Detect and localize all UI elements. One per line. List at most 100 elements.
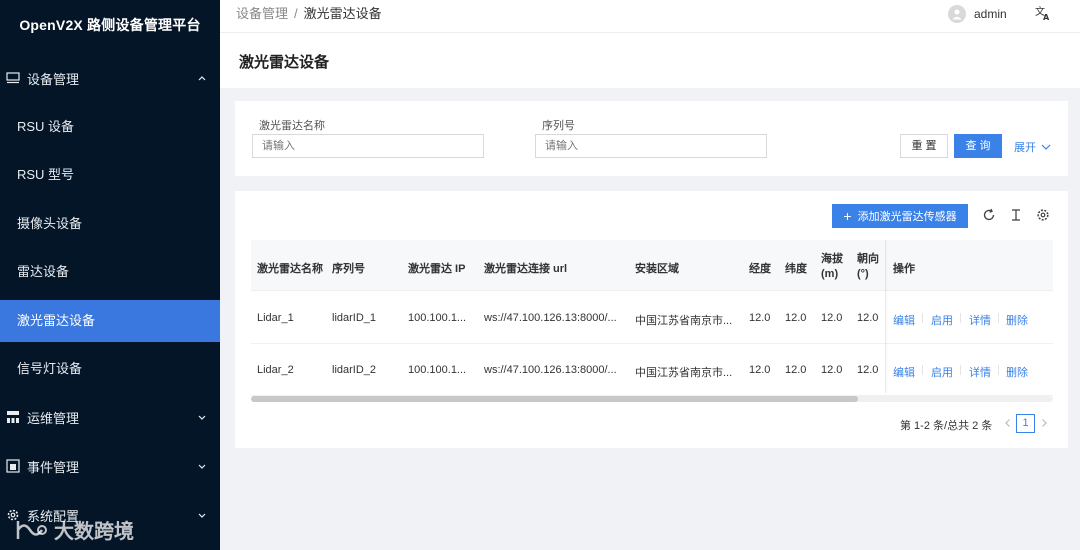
user-menu[interactable]: admin (948, 4, 1007, 24)
page-title: 激光雷达设备 (239, 54, 330, 71)
detail-link[interactable]: 详情 (969, 312, 991, 328)
cell-latitude: 12.0 (785, 364, 807, 376)
column-header: 序列号 (332, 263, 365, 275)
watermark: 大数跨境 (10, 515, 134, 544)
menu-group-events[interactable]: 事件管理 (0, 442, 220, 490)
lidar-table-card: + 添加激光雷达传感器 激光雷达名称 序列号 激光雷达 IP 激光雷达连接 ur… (235, 191, 1068, 448)
chevron-down-icon (1041, 144, 1051, 150)
lidar-name-label: 激光雷达名称 (259, 120, 325, 132)
add-lidar-button[interactable]: + 添加激光雷达传感器 (832, 204, 968, 228)
refresh-icon[interactable] (982, 208, 996, 222)
chevron-up-icon (198, 76, 206, 81)
cell-heading: 12.0 (857, 312, 879, 324)
action-divider (960, 365, 961, 375)
horizontal-scrollbar[interactable] (251, 396, 1053, 402)
sidebar-item-camera-device[interactable]: 摄像头设备 (0, 203, 220, 245)
column-header: 激光雷达名称 (257, 263, 323, 275)
chevron-down-icon (198, 464, 206, 469)
cell-altitude: 12.0 (821, 312, 843, 324)
sidebar-item-lidar-device[interactable]: 激光雷达设备 (0, 300, 220, 342)
cell-longitude: 12.0 (749, 364, 771, 376)
cell-ip: 100.100.1... (408, 364, 467, 376)
chevron-right-icon[interactable] (1039, 418, 1049, 428)
cell-serial: lidarID_1 (332, 312, 377, 324)
enable-link[interactable]: 启用 (931, 312, 953, 328)
column-header: 纬度 (785, 263, 807, 275)
translate-icon[interactable]: 文 A (1035, 5, 1051, 21)
lidar-name-input[interactable] (252, 134, 484, 158)
sidebar-item-signal-light-device[interactable]: 信号灯设备 (0, 348, 220, 390)
username: admin (974, 7, 1007, 21)
settings-icon[interactable] (1036, 208, 1050, 222)
delete-link[interactable]: 删除 (1006, 312, 1028, 328)
menu-group-label: 事件管理 (27, 459, 80, 475)
breadcrumb: 设备管理 / 激光雷达设备 (236, 0, 382, 28)
cell-name: Lidar_2 (257, 364, 294, 376)
app-title: OpenV2X 路侧设备管理平台 (19, 17, 201, 33)
action-divider (998, 313, 999, 323)
column-header-unit: (m) (821, 268, 839, 280)
monitor-icon (6, 71, 20, 85)
search-form: 激光雷达名称 序列号 重 置 查 询 展开 (235, 101, 1068, 176)
menu-group-label: 设备管理 (27, 71, 80, 87)
fixed-column-shadow (885, 240, 887, 393)
cell-name: Lidar_1 (257, 312, 294, 324)
delete-link[interactable]: 删除 (1006, 364, 1028, 380)
cell-url: ws://47.100.126.13:8000/... (484, 312, 617, 324)
user-icon (952, 9, 962, 20)
chevron-down-icon (198, 415, 206, 420)
sidebar-item-rsu-device[interactable]: RSU 设备 (0, 106, 220, 148)
sidebar-item-radar-device[interactable]: 雷达设备 (0, 251, 220, 293)
serial-number-label: 序列号 (542, 120, 575, 132)
menu-group-label: 运维管理 (27, 410, 80, 426)
action-divider (922, 313, 923, 323)
breadcrumb-parent[interactable]: 设备管理 (236, 6, 288, 21)
cell-latitude: 12.0 (785, 312, 807, 324)
event-icon (6, 459, 20, 473)
enable-link[interactable]: 启用 (931, 364, 953, 380)
table-row: Lidar_2 lidarID_2 100.100.1... ws://47.1… (251, 344, 1053, 396)
scrollbar-thumb[interactable] (251, 396, 858, 402)
serial-number-input[interactable] (535, 134, 767, 158)
detail-link[interactable]: 详情 (969, 364, 991, 380)
table-row: Lidar_1 lidarID_1 100.100.1... ws://47.1… (251, 292, 1053, 344)
column-header: 操作 (893, 263, 915, 275)
column-header-unit: (°) (857, 268, 869, 280)
reset-button[interactable]: 重 置 (900, 134, 948, 158)
expand-label: 展开 (1014, 142, 1036, 154)
cell-ip: 100.100.1... (408, 312, 467, 324)
cell-serial: lidarID_2 (332, 364, 377, 376)
action-divider (998, 365, 999, 375)
action-divider (922, 365, 923, 375)
cell-heading: 12.0 (857, 364, 879, 376)
org-chart-icon (6, 410, 20, 424)
cell-area: 中国江苏省南京市... (635, 315, 733, 327)
chevron-left-icon[interactable] (1003, 418, 1013, 428)
chevron-down-icon (198, 513, 206, 518)
column-header: 激光雷达 IP (408, 263, 466, 275)
sidebar-item-rsu-model[interactable]: RSU 型号 (0, 154, 220, 196)
table-header: 激光雷达名称 序列号 激光雷达 IP 激光雷达连接 url 安装区域 经度 纬度… (251, 240, 1053, 291)
pagination-summary: 第 1-2 条/总共 2 条 (900, 420, 993, 432)
edit-link[interactable]: 编辑 (893, 312, 915, 328)
column-header: 经度 (749, 263, 771, 275)
watermark-logo-icon (16, 520, 47, 539)
menu-group-device-management[interactable]: 设备管理 (0, 54, 220, 102)
pagination-page[interactable]: 1 (1016, 414, 1035, 433)
expand-link[interactable]: 展开 (1014, 139, 1051, 155)
avatar (948, 5, 966, 23)
column-height-icon[interactable] (1009, 208, 1023, 222)
top-header: 设备管理 / 激光雷达设备 admin 文 A (220, 0, 1080, 33)
column-header: 海拔 (821, 253, 843, 265)
menu-group-operations[interactable]: 运维管理 (0, 393, 220, 441)
column-header: 激光雷达连接 url (484, 263, 568, 275)
cell-url: ws://47.100.126.13:8000/... (484, 364, 617, 376)
watermark-text: 大数跨境 (54, 521, 134, 543)
svg-text:A: A (1043, 13, 1050, 21)
page-header: 激光雷达设备 (220, 33, 1080, 88)
edit-link[interactable]: 编辑 (893, 364, 915, 380)
cell-area: 中国江苏省南京市... (635, 367, 733, 379)
query-button[interactable]: 查 询 (954, 134, 1002, 158)
cell-longitude: 12.0 (749, 312, 771, 324)
sidebar: OpenV2X 路侧设备管理平台 设备管理 RSU 设备 RSU 型号 摄像头设… (0, 0, 220, 550)
